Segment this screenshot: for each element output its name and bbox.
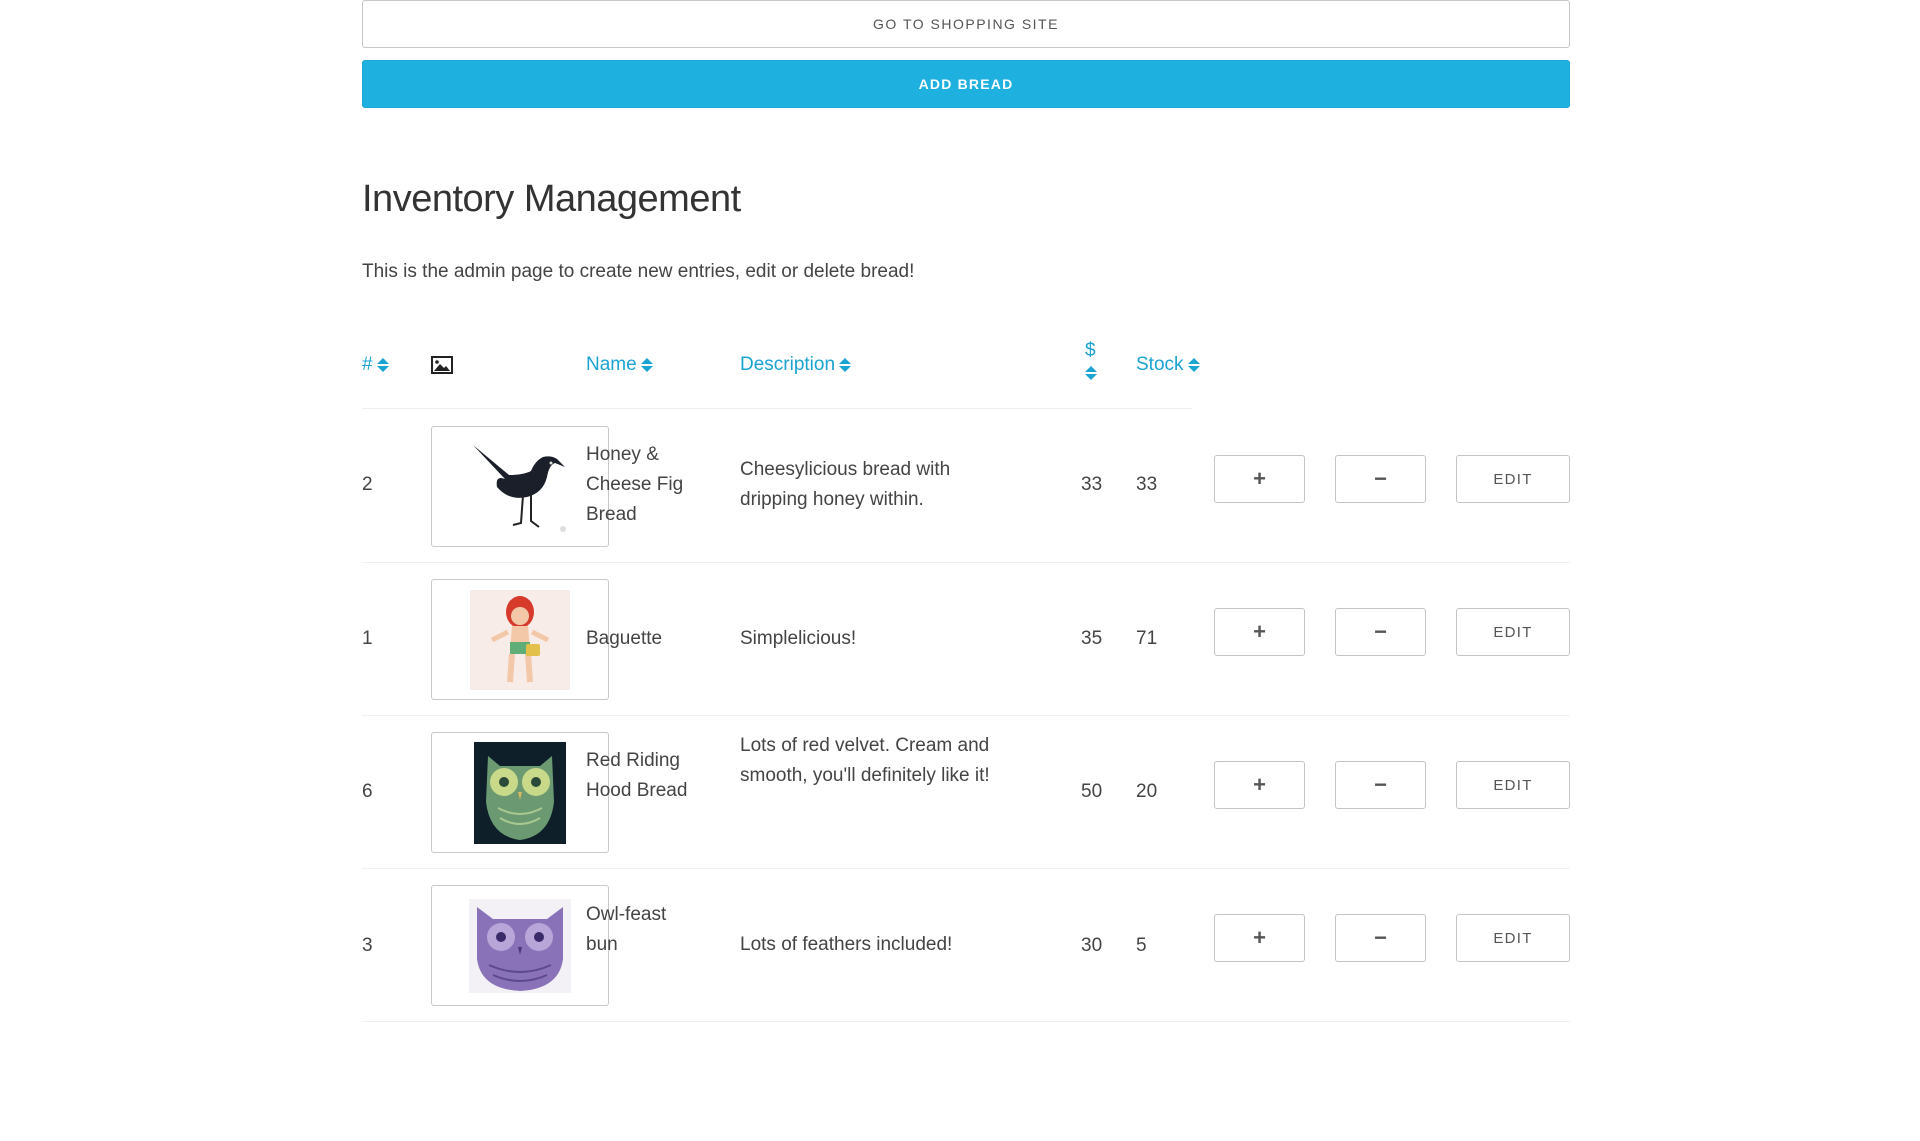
image-icon [431, 356, 453, 374]
row-description: Lots of feathers included! [740, 934, 953, 955]
stock-header-label: Stock [1136, 354, 1184, 375]
increase-stock-button[interactable]: + [1214, 455, 1305, 503]
row-id: 6 [362, 781, 373, 802]
edit-button[interactable]: EDIT [1456, 761, 1570, 809]
row-price: 50 [1081, 781, 1103, 802]
row-stock: 5 [1136, 935, 1147, 956]
sort-icon [640, 358, 653, 372]
decrease-stock-button[interactable]: − [1335, 455, 1426, 503]
green-owl-image [474, 741, 566, 844]
row-description: Cheesylicious bread with dripping honey … [740, 459, 951, 510]
row-name: Red Riding Hood Bread [586, 750, 688, 801]
name-header-label: Name [586, 354, 637, 375]
table-header: # Name Description $ Stock [362, 328, 1200, 409]
row-name: Baguette [586, 628, 663, 649]
row-description: Simplelicious! [740, 628, 857, 649]
row-id: 2 [362, 474, 373, 495]
product-image [431, 732, 609, 853]
row-id: 1 [362, 628, 373, 649]
table-row: 1 Baguette Simplelicious! 35 71 + − EDIT [362, 562, 1570, 716]
decrease-stock-button[interactable]: − [1335, 761, 1426, 809]
price-header-label: $ [1085, 340, 1096, 361]
row-stock: 71 [1136, 628, 1158, 649]
table-row: 2 Honey & Cheese Fig Bread Cheesylicious… [362, 409, 1570, 563]
go-to-shopping-site-button[interactable]: GO TO SHOPPING SITE [362, 0, 1570, 48]
row-name: Owl-feast bun [586, 904, 667, 955]
decrease-stock-button[interactable]: − [1335, 914, 1426, 962]
increase-stock-button[interactable]: + [1214, 914, 1305, 962]
add-bread-button[interactable]: ADD BREAD [362, 60, 1570, 108]
row-name: Honey & Cheese Fig Bread [586, 444, 684, 525]
row-price: 35 [1081, 628, 1103, 649]
purple-owl-image [469, 898, 571, 993]
sort-by-price-header[interactable]: $ [1085, 340, 1097, 380]
edit-button[interactable]: EDIT [1456, 455, 1570, 503]
description-header-label: Description [740, 354, 836, 375]
table-row: 6 Red Riding Hood Bread Lots of red velv… [362, 715, 1570, 869]
sort-icon [376, 358, 389, 372]
increase-stock-button[interactable]: + [1214, 761, 1305, 809]
row-description: Lots of red velvet. Cream and smooth, yo… [740, 735, 990, 786]
edit-button[interactable]: EDIT [1456, 608, 1570, 656]
sort-icon [1085, 366, 1097, 380]
sort-icon [1187, 358, 1200, 372]
edit-button[interactable]: EDIT [1456, 914, 1570, 962]
sort-by-stock-header[interactable]: Stock [1136, 354, 1200, 376]
id-header-label: # [362, 354, 373, 375]
product-image [431, 579, 609, 700]
table-row: 3 Owl-feast bun Lots of feathers include… [362, 868, 1570, 1022]
decrease-stock-button[interactable]: − [1335, 608, 1426, 656]
page-title: Inventory Management [362, 178, 741, 220]
row-price: 33 [1081, 474, 1103, 495]
row-stock: 20 [1136, 781, 1158, 802]
row-id: 3 [362, 935, 373, 956]
increase-stock-button[interactable]: + [1214, 608, 1305, 656]
main-container: GO TO SHOPPING SITE ADD BREAD Inventory … [362, 0, 1570, 1022]
sort-icon [839, 358, 852, 372]
row-price: 30 [1081, 935, 1103, 956]
image-header [431, 356, 453, 374]
sort-by-description-header[interactable]: Description [740, 354, 852, 376]
sort-by-id-header[interactable]: # [362, 354, 389, 376]
sort-by-name-header[interactable]: Name [586, 354, 653, 376]
product-image [431, 426, 609, 547]
red-haired-girl-image [470, 589, 570, 690]
product-image [431, 885, 609, 1006]
blackbird-image [473, 444, 566, 532]
row-stock: 33 [1136, 474, 1158, 495]
page-subtitle: This is the admin page to create new ent… [362, 261, 915, 282]
